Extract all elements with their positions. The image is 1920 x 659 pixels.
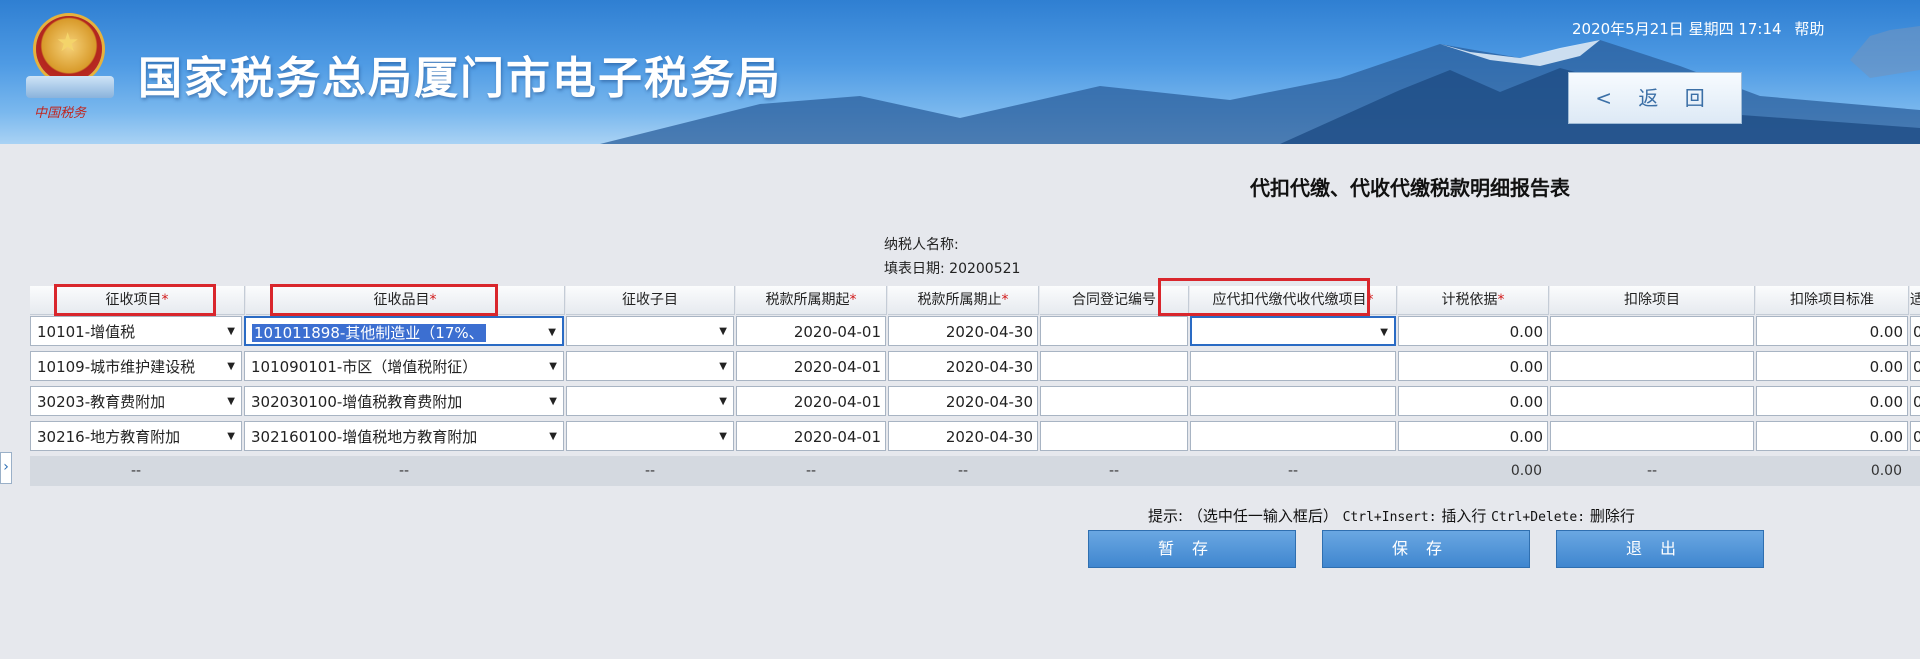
- col-header-contract: 合同登记编号: [1040, 286, 1189, 315]
- deduct-item-input[interactable]: [1550, 316, 1754, 346]
- datetime-display: 2020年5月21日 星期四 17:14 帮助: [1572, 18, 1824, 39]
- rate-input[interactable]: 0.02: [1910, 421, 1920, 451]
- summary-cell: --: [644, 463, 656, 479]
- save-button[interactable]: 保存: [1322, 530, 1530, 568]
- summary-cell: --: [957, 463, 969, 479]
- period-start-input[interactable]: 2020-04-01: [736, 316, 886, 346]
- back-button[interactable]: < 返 回: [1568, 72, 1742, 124]
- col-header-deduct-std: 扣除项目标准: [1756, 286, 1909, 315]
- tax-basis-input[interactable]: 0.00: [1398, 386, 1548, 416]
- site-title: 国家税务总局厦门市电子税务局: [138, 53, 782, 104]
- period-end-input[interactable]: 2020-04-30: [888, 316, 1038, 346]
- sub-select[interactable]: [566, 351, 734, 381]
- item-select[interactable]: 10101-增值税: [30, 316, 242, 346]
- deduct-item-input[interactable]: [1550, 421, 1754, 451]
- item-select[interactable]: 30203-教育费附加: [30, 386, 242, 416]
- period-start-input[interactable]: 2020-04-01: [736, 386, 886, 416]
- contract-number-input[interactable]: [1040, 351, 1188, 381]
- summary-cell: --: [1287, 463, 1299, 479]
- tax-emblem-logo: 中国税务: [22, 10, 118, 122]
- withhold-item-select[interactable]: [1190, 386, 1396, 416]
- period-end-input[interactable]: 2020-04-30: [888, 386, 1038, 416]
- sub-select[interactable]: [566, 386, 734, 416]
- fill-date-label: 填表日期: 20200521: [884, 261, 1021, 277]
- subitem-select[interactable]: 101011898-其他制造业（17%、: [244, 316, 564, 346]
- item-select[interactable]: 30216-地方教育附加: [30, 421, 242, 451]
- deduct-item-input[interactable]: [1550, 351, 1754, 381]
- help-link[interactable]: 帮助: [1794, 20, 1824, 38]
- col-header-start: 税款所属期起*: [736, 286, 887, 315]
- summary-cell: --: [1646, 463, 1658, 479]
- col-header-withhold: 应代扣代缴代收代缴项目*: [1190, 286, 1397, 315]
- col-header-subitem: 征收品目*: [246, 286, 565, 315]
- col-header-rate: 适: [1910, 286, 1920, 315]
- rate-input[interactable]: 0.13: [1910, 316, 1920, 346]
- summary-deduct-std-total: 0.00: [1870, 463, 1902, 479]
- datetime-text: 2020年5月21日 星期四 17:14: [1572, 20, 1782, 38]
- col-header-basis: 计税依据*: [1398, 286, 1549, 315]
- exit-button[interactable]: 退出: [1556, 530, 1764, 568]
- summary-basis-total: 0.00: [1510, 463, 1542, 479]
- item-select[interactable]: 10109-城市维护建设税: [30, 351, 242, 381]
- deduct-std-input[interactable]: 0.00: [1756, 421, 1908, 451]
- temp-save-button[interactable]: 暂存: [1088, 530, 1296, 568]
- summary-cell: --: [398, 463, 410, 479]
- period-end-input[interactable]: 2020-04-30: [888, 421, 1038, 451]
- subitem-select[interactable]: 101090101-市区（增值税附征）: [244, 351, 564, 381]
- report-title: 代扣代缴、代收代缴税款明细报告表: [1250, 176, 1570, 200]
- tax-basis-input[interactable]: 0.00: [1398, 421, 1548, 451]
- expand-sidebar-icon[interactable]: ›: [0, 452, 12, 484]
- emblem-icon: [36, 16, 102, 82]
- deduct-std-input[interactable]: 0.00: [1756, 386, 1908, 416]
- withhold-item-select[interactable]: [1190, 351, 1396, 381]
- contract-number-input[interactable]: [1040, 386, 1188, 416]
- sub-select[interactable]: [566, 421, 734, 451]
- emblem-signature: 中国税务: [34, 106, 87, 121]
- rate-input[interactable]: 0.07: [1910, 351, 1920, 381]
- subitem-select[interactable]: 302160100-增值税地方教育附加: [244, 421, 564, 451]
- sub-select[interactable]: [566, 316, 734, 346]
- tax-basis-input[interactable]: 0.00: [1398, 316, 1548, 346]
- period-start-input[interactable]: 2020-04-01: [736, 421, 886, 451]
- deduct-std-input[interactable]: 0.00: [1756, 316, 1908, 346]
- deduct-std-input[interactable]: 0.00: [1756, 351, 1908, 381]
- col-header-deduct: 扣除项目: [1550, 286, 1755, 315]
- taxpayer-name-label: 纳税人名称:: [884, 237, 959, 253]
- summary-cell: --: [130, 463, 142, 479]
- contract-number-input[interactable]: [1040, 316, 1188, 346]
- period-end-input[interactable]: 2020-04-30: [888, 351, 1038, 381]
- subitem-select[interactable]: 302030100-增值税教育费附加: [244, 386, 564, 416]
- tax-basis-input[interactable]: 0.00: [1398, 351, 1548, 381]
- keyboard-hint: 提示: （选中任一输入框后） Ctrl+Insert: 插入行 Ctrl+Del…: [1148, 507, 1635, 525]
- col-header-end: 税款所属期止*: [888, 286, 1039, 315]
- col-header-sub: 征收子目: [566, 286, 735, 315]
- summary-cell: --: [1108, 463, 1120, 479]
- withhold-item-select[interactable]: [1190, 316, 1396, 346]
- header-banner: 中国税务 国家税务总局厦门市电子税务局 2020年5月21日 星期四 17:14…: [0, 0, 1920, 144]
- withhold-item-select[interactable]: [1190, 421, 1396, 451]
- summary-cell: --: [805, 463, 817, 479]
- col-header-item: 征收项目*: [30, 286, 245, 315]
- rate-input[interactable]: 0.03: [1910, 386, 1920, 416]
- deduct-item-input[interactable]: [1550, 386, 1754, 416]
- contract-number-input[interactable]: [1040, 421, 1188, 451]
- period-start-input[interactable]: 2020-04-01: [736, 351, 886, 381]
